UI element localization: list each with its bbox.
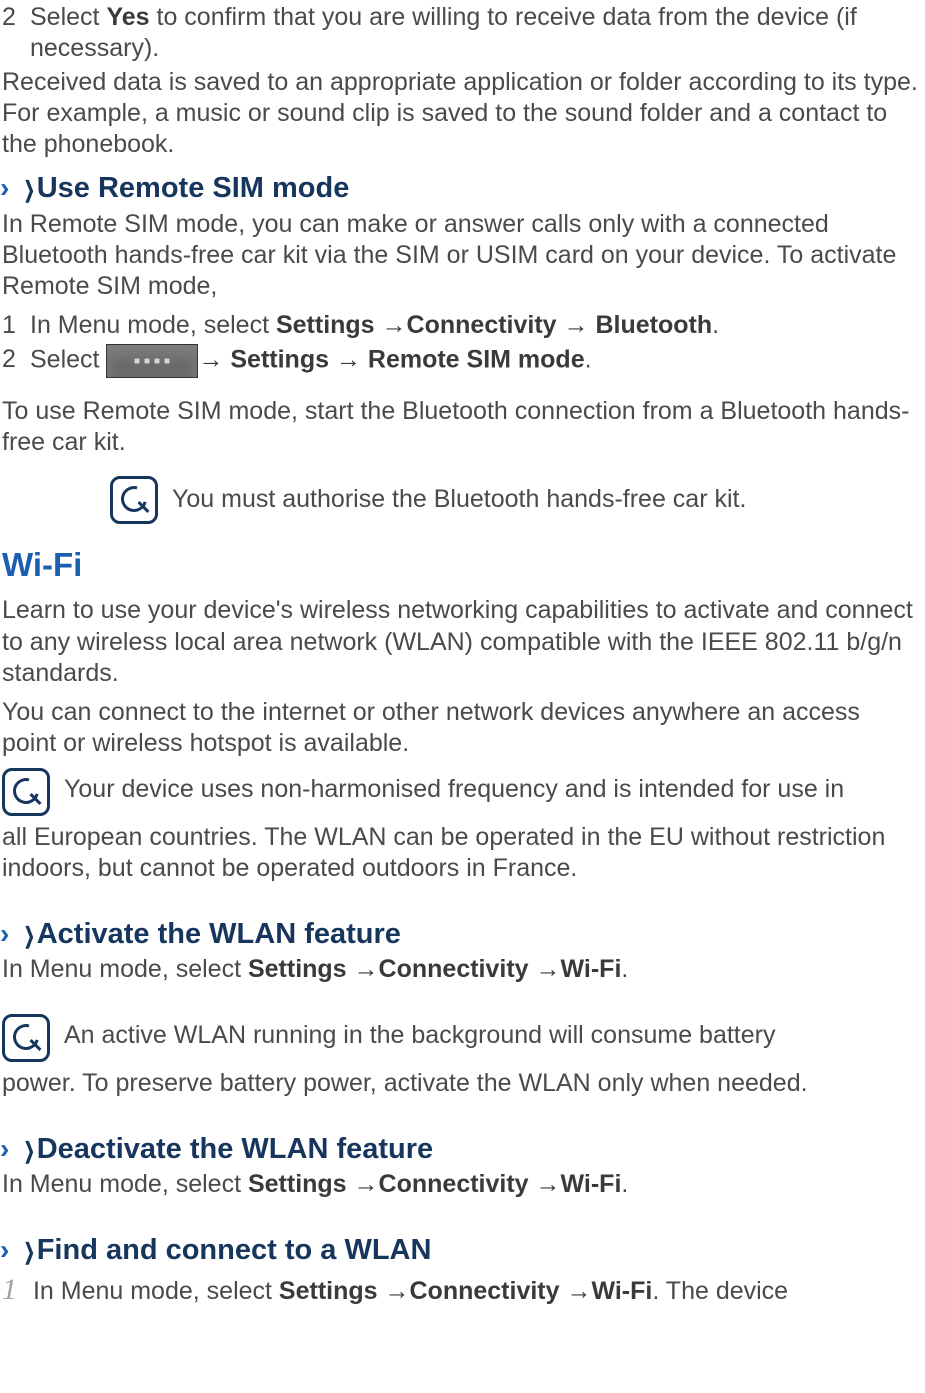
step-text: Select → Settings → Remote SIM mode.	[30, 344, 921, 378]
paragraph-remote-sim-use: To use Remote SIM mode, start the Blueto…	[0, 396, 921, 459]
section-remote-sim: › ❯Use Remote SIM mode	[0, 170, 921, 206]
section-find-connect-wlan: › ❯Find and connect to a WLAN	[0, 1232, 921, 1268]
section-activate-wlan: › ❯Activate the WLAN feature	[0, 916, 921, 952]
note-icon	[2, 1014, 50, 1062]
note-authorise: You must authorise the Bluetooth hands-f…	[0, 476, 921, 524]
note-icon	[2, 768, 50, 816]
paragraph-wifi-connect: You can connect to the internet or other…	[0, 697, 921, 760]
heading-wifi: Wi-Fi	[0, 544, 921, 585]
more-menu-icon	[106, 344, 198, 378]
step-2-select-yes: 2 Select Yes to confirm that you are wil…	[0, 2, 921, 65]
note-text: An active WLAN running in the background…	[64, 1014, 921, 1051]
chevron-icon: ›	[0, 1234, 9, 1265]
paragraph-activate-path: In Menu mode, select Settings →Connectiv…	[0, 954, 921, 985]
chevron-icon: ›	[0, 1133, 9, 1164]
step-text: Select Yes to confirm that you are willi…	[30, 2, 921, 65]
chevron-small-icon: ❯	[24, 176, 35, 204]
step-2-select-remote-sim: 2 Select → Settings → Remote SIM mode.	[0, 344, 921, 378]
note-battery: An active WLAN running in the background…	[0, 1014, 921, 1062]
note-eu-frequency: Your device uses non-harmonised frequenc…	[0, 768, 921, 816]
step-1-menu-bluetooth: 1 In Menu mode, select Settings →Connect…	[0, 310, 921, 341]
step-number: 2	[0, 2, 30, 65]
step-text: In Menu mode, select Settings →Connectiv…	[30, 310, 921, 341]
chevron-icon: ›	[0, 172, 9, 203]
note-icon	[110, 476, 158, 524]
step-number-italic: 1	[2, 1271, 26, 1309]
note-text: You must authorise the Bluetooth hands-f…	[172, 484, 746, 515]
chevron-small-icon: ❯	[24, 1137, 35, 1165]
paragraph-deactivate-path: In Menu mode, select Settings →Connectiv…	[0, 1169, 921, 1200]
paragraph-wifi-intro: Learn to use your device's wireless netw…	[0, 595, 921, 689]
note-battery-cont: power. To preserve battery power, activa…	[0, 1068, 921, 1099]
step-number: 1	[0, 310, 30, 341]
note-eu-cont: all European countries. The WLAN can be …	[0, 822, 921, 885]
chevron-small-icon: ❯	[24, 922, 35, 950]
section-deactivate-wlan: › ❯Deactivate the WLAN feature	[0, 1131, 921, 1167]
chevron-small-icon: ❯	[24, 1238, 35, 1266]
step-number: 2	[0, 344, 30, 378]
step-1-find-wlan: 1 In Menu mode, select Settings →Connect…	[0, 1271, 921, 1309]
chevron-icon: ›	[0, 918, 9, 949]
note-text: Your device uses non-harmonised frequenc…	[64, 768, 921, 805]
paragraph-remote-sim-intro: In Remote SIM mode, you can make or answ…	[0, 209, 921, 303]
paragraph-received-data: Received data is saved to an appropriate…	[0, 67, 921, 161]
